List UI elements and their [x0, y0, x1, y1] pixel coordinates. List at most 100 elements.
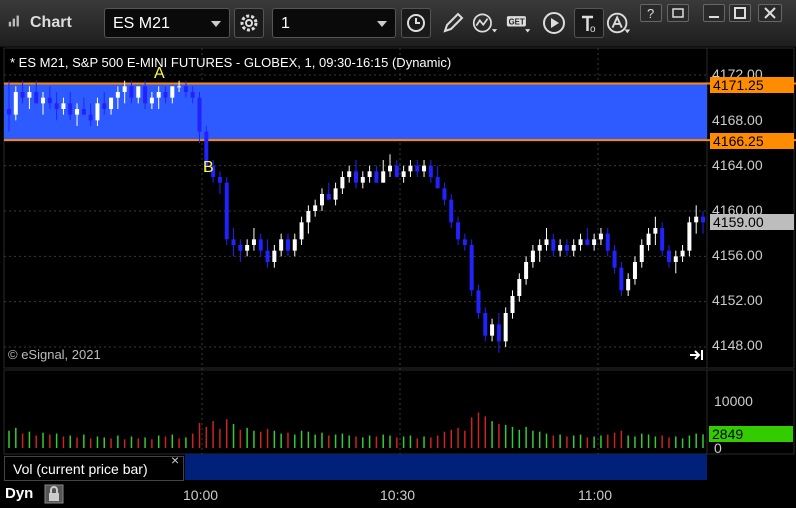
- alert-icon[interactable]: [606, 10, 632, 36]
- candle-body: [136, 86, 141, 98]
- maximize-button[interactable]: [729, 4, 751, 22]
- candle-body: [558, 245, 563, 251]
- candle-body: [653, 228, 658, 234]
- candle-body: [428, 165, 433, 177]
- candle-body: [13, 92, 18, 115]
- candle-body: [537, 245, 542, 251]
- scroll-to-end-icon[interactable]: [688, 348, 706, 362]
- close-study-icon[interactable]: ×: [171, 452, 179, 468]
- help-icon: ?: [647, 6, 654, 21]
- candle-body: [340, 177, 345, 189]
- candle-body: [122, 86, 127, 92]
- candle-body: [388, 165, 393, 172]
- close-button[interactable]: [758, 4, 782, 22]
- candle-body: [41, 97, 46, 104]
- candle-body: [374, 171, 379, 183]
- restore-button[interactable]: [667, 4, 689, 22]
- candle-body: [571, 245, 576, 251]
- price-chart[interactable]: [0, 46, 796, 508]
- text-tool-icon: o: [582, 15, 596, 35]
- candle-body: [326, 194, 331, 200]
- candle-body: [299, 222, 304, 240]
- candle-body: [503, 313, 508, 342]
- candle-body: [81, 109, 86, 115]
- candle-body: [115, 92, 120, 98]
- candle-body: [95, 103, 100, 121]
- candle-body: [183, 86, 188, 92]
- time-label: 11:00: [578, 487, 612, 503]
- candle-body: [449, 199, 454, 223]
- candle-body: [54, 103, 59, 109]
- restore-icon: [672, 8, 684, 18]
- chevron-down-icon: [211, 21, 221, 27]
- candle-body: [401, 171, 406, 177]
- resistance-zone: [4, 83, 707, 141]
- candle-body: [530, 250, 535, 262]
- candle-body: [251, 239, 256, 245]
- candle-body: [245, 245, 250, 251]
- candle-body: [238, 245, 243, 251]
- minimize-icon: [709, 16, 719, 18]
- candle-body: [646, 233, 651, 245]
- close-icon: [764, 7, 776, 19]
- candle-body: [231, 239, 236, 245]
- candle-body: [34, 92, 39, 104]
- pencil-draw-icon[interactable]: [440, 10, 466, 36]
- candle-body: [102, 103, 107, 109]
- candle-body: [68, 103, 73, 115]
- candle-body: [265, 250, 270, 262]
- text-tool-button[interactable]: o: [574, 8, 604, 38]
- candle-body: [143, 86, 148, 104]
- svg-text:?: ?: [647, 6, 654, 21]
- candle-body: [442, 188, 447, 200]
- zone-top-price-tag: 4171.25: [710, 77, 794, 93]
- candle-body: [578, 239, 583, 245]
- candle-body: [319, 194, 324, 206]
- candle-body: [354, 171, 358, 183]
- candle-body: [7, 109, 11, 115]
- candle-body: [496, 324, 501, 342]
- candle-body: [285, 239, 290, 251]
- candle-body: [680, 250, 685, 257]
- chart-info-line: * ES M21, S&P 500 E-MINI FUTURES - GLOBE…: [10, 55, 452, 70]
- svg-text:GET: GET: [509, 18, 525, 27]
- candle-body: [435, 177, 440, 189]
- settings-gear-button[interactable]: [234, 8, 264, 38]
- candle-body: [564, 245, 569, 251]
- indicator-icon[interactable]: [472, 10, 498, 36]
- chart-app-icon: [8, 15, 19, 27]
- candle-body: [694, 216, 699, 223]
- svg-text:o: o: [590, 24, 596, 35]
- candle-body: [524, 262, 529, 279]
- candle-body: [156, 92, 161, 98]
- play-icon[interactable]: [542, 10, 568, 36]
- volume-study-label: Vol (current price bar): [13, 461, 148, 477]
- symbol-select[interactable]: ES M21: [104, 8, 230, 38]
- marker-b: B: [203, 159, 214, 176]
- candle-body: [347, 171, 352, 177]
- candle-body: [163, 92, 168, 98]
- candle-body: [129, 86, 134, 98]
- candle-body: [517, 279, 522, 296]
- lock-icon[interactable]: [44, 484, 64, 504]
- candle-body: [469, 245, 474, 291]
- volume-study-tab[interactable]: Vol (current price bar): [4, 456, 184, 481]
- help-button[interactable]: ?: [640, 4, 662, 22]
- candle-body: [612, 250, 617, 268]
- candle-body: [272, 250, 277, 262]
- candle-body: [605, 233, 610, 251]
- candle-body: [47, 97, 52, 104]
- candle-body: [551, 239, 556, 251]
- clock-button[interactable]: [401, 8, 431, 38]
- volume-axis-label: 10000: [714, 393, 753, 409]
- interval-select[interactable]: 1: [272, 8, 396, 38]
- candle-body: [27, 92, 32, 98]
- get-data-icon[interactable]: GET: [506, 10, 532, 36]
- minimize-button[interactable]: [703, 4, 725, 22]
- candle-body: [544, 239, 549, 245]
- maximize-icon: [734, 7, 746, 19]
- volume-tab-strip: [185, 454, 707, 480]
- price-label: 4168.00: [712, 112, 763, 128]
- title-bar: Chart ES M21 1 GET o ?: [0, 0, 796, 47]
- symbol-value: ES M21: [113, 15, 170, 32]
